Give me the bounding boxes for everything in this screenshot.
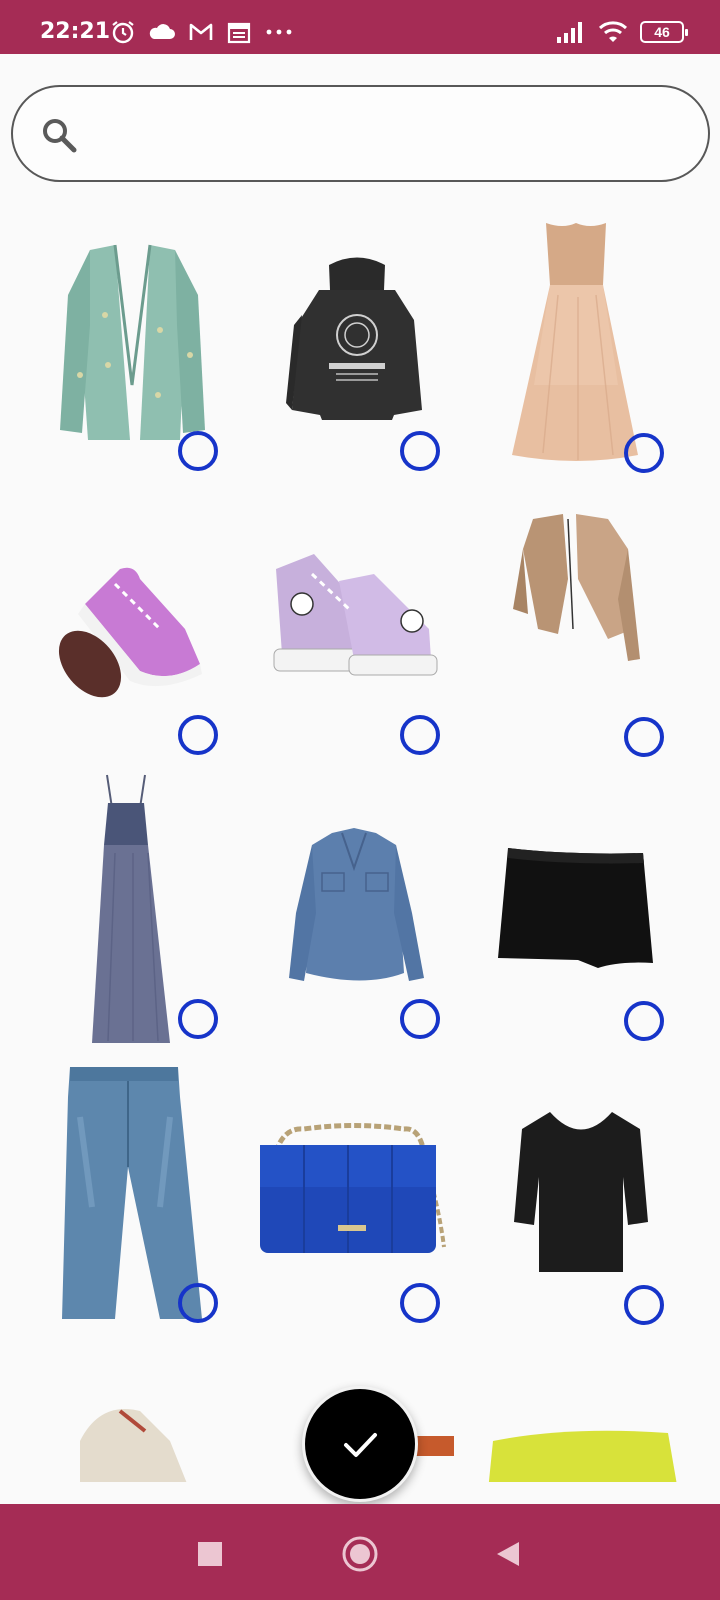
select-checkbox[interactable]: [178, 999, 218, 1039]
confirm-fab[interactable]: [302, 1386, 418, 1502]
back-button[interactable]: [488, 1534, 528, 1574]
home-button[interactable]: [340, 1534, 380, 1574]
notification-icons: [110, 19, 294, 45]
item-cell[interactable]: [20, 489, 246, 771]
select-checkbox[interactable]: [624, 1001, 664, 1041]
item-cell[interactable]: [244, 773, 470, 1055]
more-dots-icon: [266, 29, 292, 35]
item-cell[interactable]: [20, 1057, 246, 1339]
item-cell[interactable]: [468, 205, 694, 487]
select-checkbox[interactable]: [178, 1283, 218, 1323]
search-bar[interactable]: [11, 85, 710, 182]
status-bar: 22:21 46: [0, 0, 720, 54]
select-checkbox[interactable]: [400, 1283, 440, 1323]
navigation-bar: [0, 1504, 720, 1600]
item-cell[interactable]: [468, 1341, 694, 1482]
alarm-icon: [112, 21, 134, 44]
signal-icon: [557, 22, 582, 43]
select-checkbox[interactable]: [624, 717, 664, 757]
select-checkbox[interactable]: [400, 999, 440, 1039]
search-icon: [43, 119, 77, 153]
select-checkbox[interactable]: [624, 1285, 664, 1325]
status-time: 22:21: [40, 19, 111, 44]
item-cell[interactable]: [244, 489, 470, 771]
battery-level: 46: [654, 24, 670, 40]
item-cell[interactable]: [468, 489, 694, 771]
item-cell[interactable]: [244, 1057, 470, 1339]
back-triangle-icon: [497, 1542, 519, 1566]
recents-button[interactable]: [190, 1534, 230, 1574]
item-cell[interactable]: [20, 205, 246, 487]
search-input[interactable]: [93, 109, 673, 159]
select-checkbox[interactable]: [178, 715, 218, 755]
beige-sneaker-image: [80, 1409, 187, 1482]
battery-icon: 46: [640, 21, 688, 43]
recents-square-icon: [198, 1542, 222, 1566]
calendar-icon: [227, 22, 251, 44]
gmail-icon: [189, 23, 213, 40]
item-cell[interactable]: [468, 1057, 694, 1339]
select-checkbox[interactable]: [624, 433, 664, 473]
select-checkbox[interactable]: [400, 715, 440, 755]
system-icons: 46: [556, 19, 688, 45]
item-cell[interactable]: [20, 1341, 246, 1482]
wardrobe-grid: [0, 205, 720, 1482]
item-cell[interactable]: [20, 773, 246, 1055]
cloud-icon: [149, 24, 175, 39]
wifi-icon: [598, 21, 628, 42]
home-circle-icon: [342, 1536, 378, 1572]
select-checkbox[interactable]: [178, 431, 218, 471]
select-checkbox[interactable]: [400, 431, 440, 471]
item-cell[interactable]: [468, 773, 694, 1055]
yellow-item-image: [488, 1430, 677, 1482]
check-icon: [344, 1433, 377, 1457]
item-cell[interactable]: [244, 205, 470, 487]
